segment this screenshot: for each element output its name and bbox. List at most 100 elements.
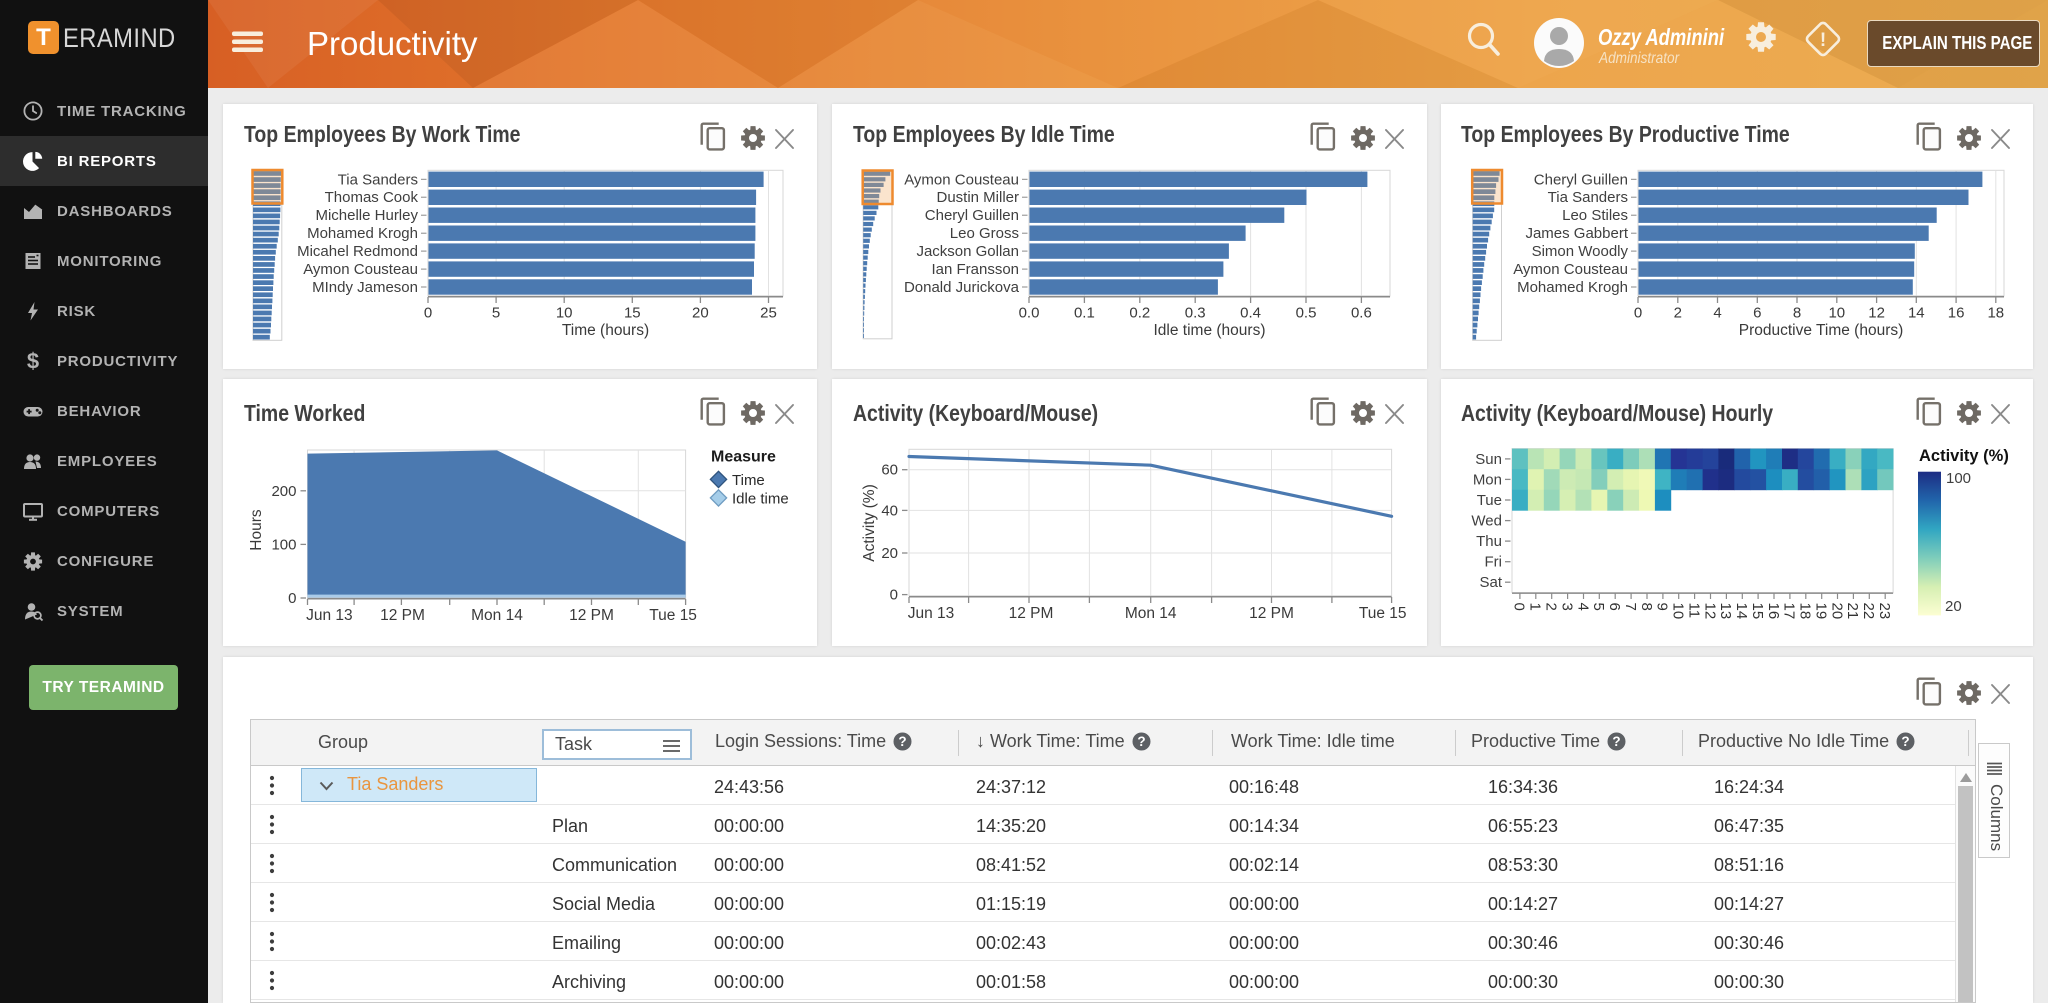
svg-text:12: 12 <box>1701 603 1718 620</box>
svg-text:0.2: 0.2 <box>1129 305 1150 322</box>
svg-text:Activity (%): Activity (%) <box>1919 447 2009 465</box>
svg-text:16: 16 <box>1948 305 1965 322</box>
svg-text:0: 0 <box>1511 603 1528 611</box>
svg-text:19: 19 <box>1813 603 1830 620</box>
svg-text:3: 3 <box>1558 603 1575 611</box>
svg-text:16: 16 <box>1765 603 1782 620</box>
svg-text:20: 20 <box>692 305 709 322</box>
svg-text:Leo Stiles: Leo Stiles <box>1562 207 1628 224</box>
svg-text:Jun 13: Jun 13 <box>908 605 955 622</box>
svg-text:?: ? <box>898 734 906 749</box>
svg-text:18: 18 <box>1797 603 1814 620</box>
svg-text:?: ? <box>1137 734 1145 749</box>
svg-text:Sun: Sun <box>1475 451 1502 468</box>
svg-text:12: 12 <box>1868 305 1885 322</box>
svg-text:20: 20 <box>1828 603 1845 620</box>
svg-text:MIndy Jameson: MIndy Jameson <box>312 279 418 296</box>
svg-text:Productive Time (hours): Productive Time (hours) <box>1739 322 1904 339</box>
svg-text:23: 23 <box>1876 603 1893 620</box>
svg-text:12 PM: 12 PM <box>569 607 614 624</box>
svg-text:15: 15 <box>1749 603 1766 620</box>
svg-text:14: 14 <box>1733 603 1750 620</box>
svg-text:0: 0 <box>424 305 432 322</box>
svg-text:!: ! <box>1820 30 1826 51</box>
svg-text:5: 5 <box>1590 603 1607 611</box>
svg-text:Time: Time <box>732 472 765 489</box>
svg-text:Aymon Cousteau: Aymon Cousteau <box>303 261 418 278</box>
svg-text:13: 13 <box>1717 603 1734 620</box>
svg-text:200: 200 <box>271 483 296 500</box>
svg-text:Tue 15: Tue 15 <box>1359 605 1407 622</box>
svg-text:9: 9 <box>1654 603 1671 611</box>
svg-text:6: 6 <box>1606 603 1623 611</box>
svg-text:Mon 14: Mon 14 <box>1125 605 1177 622</box>
svg-text:100: 100 <box>1946 470 1971 487</box>
svg-text:10: 10 <box>556 305 573 322</box>
svg-text:Aymon Cousteau: Aymon Cousteau <box>1513 261 1628 278</box>
svg-text:0.5: 0.5 <box>1296 305 1317 322</box>
svg-text:Simon Woodly: Simon Woodly <box>1532 243 1629 260</box>
svg-text:Tue 15: Tue 15 <box>649 607 697 624</box>
svg-text:4: 4 <box>1574 603 1591 611</box>
svg-text:0.6: 0.6 <box>1351 305 1372 322</box>
svg-text:Mohamed Krogh: Mohamed Krogh <box>1517 279 1628 296</box>
svg-text:7: 7 <box>1622 603 1639 611</box>
svg-text:0.3: 0.3 <box>1185 305 1206 322</box>
svg-text:20: 20 <box>881 545 898 562</box>
svg-text:Jackson Gollan: Jackson Gollan <box>916 243 1019 260</box>
svg-text:40: 40 <box>881 502 898 519</box>
svg-text:Mon: Mon <box>1473 471 1502 488</box>
svg-text:Ian Fransson: Ian Fransson <box>931 261 1019 278</box>
svg-text:5: 5 <box>492 305 500 322</box>
svg-text:Activity (%): Activity (%) <box>861 484 878 562</box>
svg-text:Aymon Cousteau: Aymon Cousteau <box>904 171 1019 188</box>
svg-text:12 PM: 12 PM <box>1009 605 1054 622</box>
svg-text:10: 10 <box>1828 305 1845 322</box>
svg-text:Donald Jurickova: Donald Jurickova <box>904 279 1020 296</box>
svg-text:Wed: Wed <box>1471 513 1502 530</box>
svg-text:?: ? <box>1612 734 1620 749</box>
svg-text:22: 22 <box>1860 603 1877 620</box>
svg-text:Jun 13: Jun 13 <box>306 607 353 624</box>
svg-text:12 PM: 12 PM <box>1249 605 1294 622</box>
svg-text:100: 100 <box>271 536 296 553</box>
svg-text:Tia Sanders: Tia Sanders <box>1548 189 1628 206</box>
svg-text:Idle time (hours): Idle time (hours) <box>1154 322 1266 339</box>
svg-text:$: $ <box>27 350 39 372</box>
svg-text:Dustin Miller: Dustin Miller <box>936 189 1019 206</box>
svg-text:Thu: Thu <box>1476 533 1502 550</box>
svg-text:0: 0 <box>1634 305 1642 322</box>
svg-text:0.0: 0.0 <box>1019 305 1040 322</box>
svg-text:Sat: Sat <box>1479 574 1502 591</box>
svg-text:Time (hours): Time (hours) <box>562 322 649 339</box>
svg-text:11: 11 <box>1685 603 1702 619</box>
svg-text:25: 25 <box>760 305 777 322</box>
svg-text:James Gabbert: James Gabbert <box>1525 225 1628 242</box>
svg-text:12 PM: 12 PM <box>380 607 425 624</box>
svg-text:2: 2 <box>1674 305 1682 322</box>
svg-text:14: 14 <box>1908 305 1925 322</box>
svg-text:6: 6 <box>1753 305 1761 322</box>
svg-text:0: 0 <box>288 590 296 607</box>
svg-text:Idle time: Idle time <box>732 491 789 508</box>
svg-text:60: 60 <box>881 462 898 479</box>
svg-text:Cheryl Guillen: Cheryl Guillen <box>925 207 1019 224</box>
svg-text:Tia Sanders: Tia Sanders <box>338 171 418 188</box>
svg-text:0.1: 0.1 <box>1074 305 1095 322</box>
svg-text:17: 17 <box>1781 603 1798 620</box>
svg-text:Cheryl Guillen: Cheryl Guillen <box>1534 171 1628 188</box>
svg-text:Thomas Cook: Thomas Cook <box>325 189 419 206</box>
svg-text:Mohamed Krogh: Mohamed Krogh <box>307 225 418 242</box>
svg-text:8: 8 <box>1638 603 1655 611</box>
svg-text:?: ? <box>1901 734 1909 749</box>
svg-text:0.4: 0.4 <box>1240 305 1261 322</box>
svg-text:Michelle Hurley: Michelle Hurley <box>315 207 418 224</box>
svg-text:18: 18 <box>1987 305 2004 322</box>
svg-text:Micahel Redmond: Micahel Redmond <box>297 243 418 260</box>
svg-text:21: 21 <box>1844 603 1861 620</box>
svg-text:Tue: Tue <box>1477 492 1502 509</box>
svg-text:Measure: Measure <box>711 449 776 466</box>
svg-text:10: 10 <box>1670 603 1687 620</box>
svg-text:Fri: Fri <box>1485 554 1503 571</box>
svg-text:20: 20 <box>1945 598 1962 615</box>
